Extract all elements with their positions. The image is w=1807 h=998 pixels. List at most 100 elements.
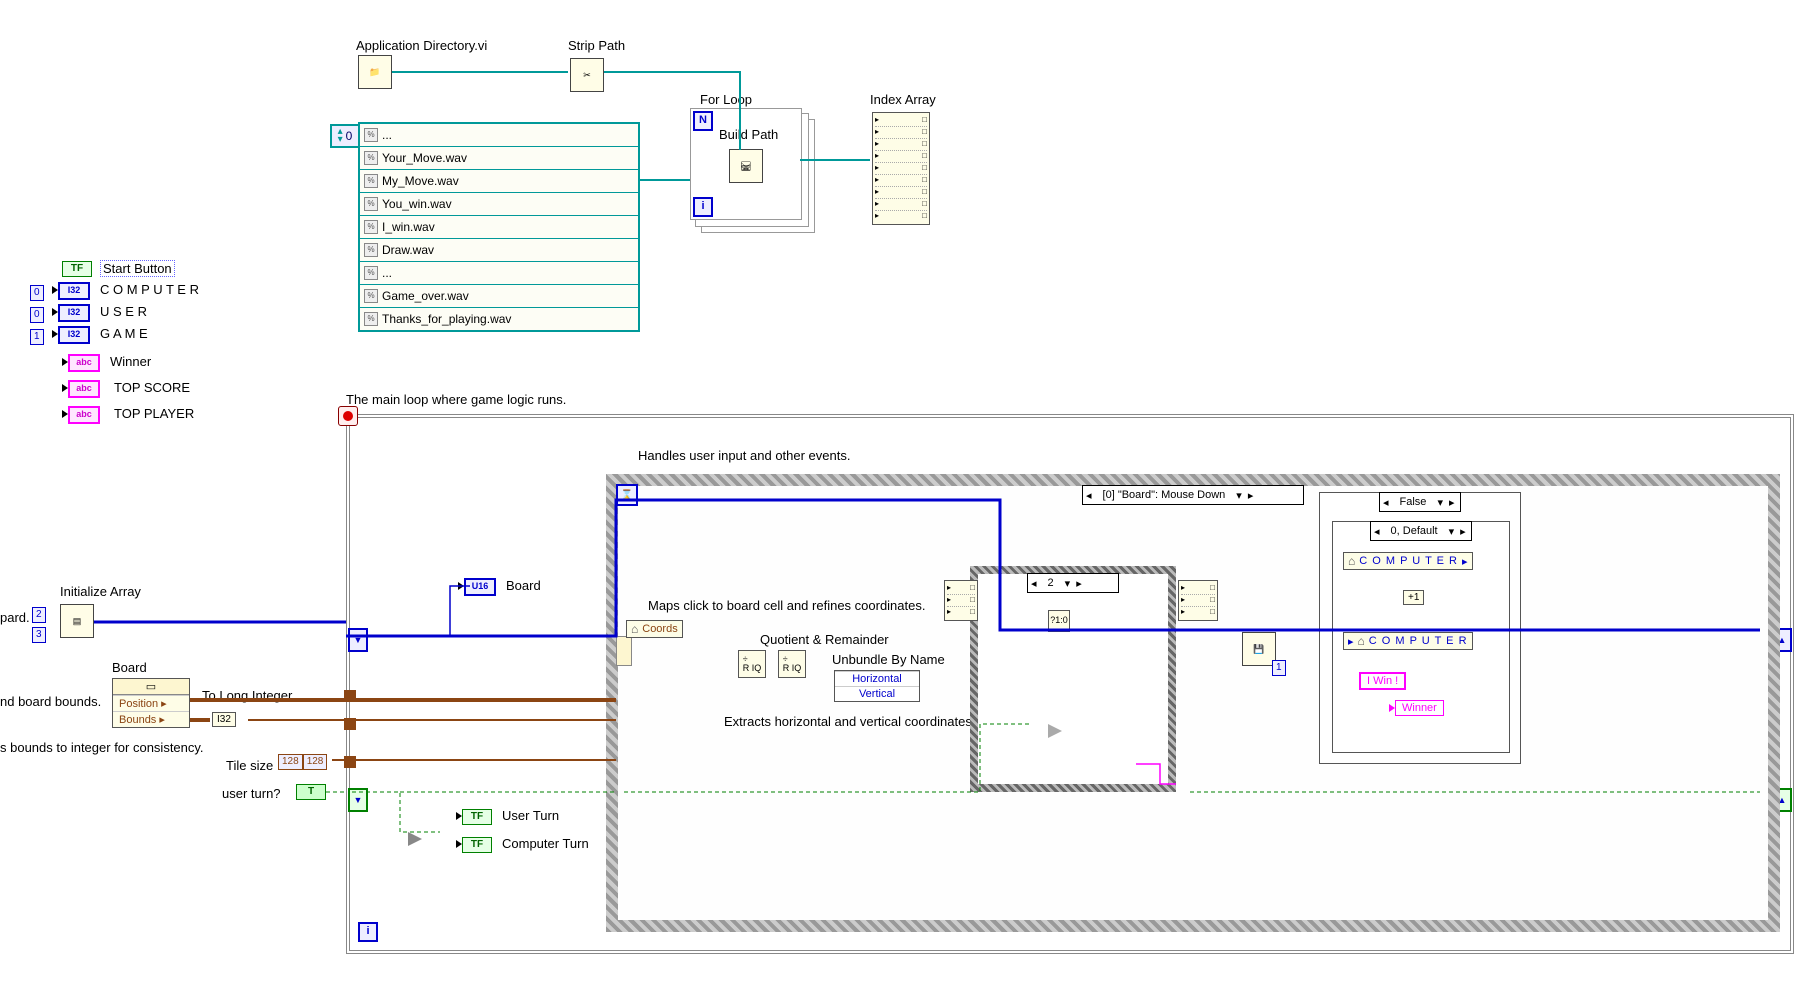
select-node[interactable]: ?1:0 bbox=[1048, 610, 1070, 632]
winner-terminal[interactable]: abc bbox=[62, 354, 100, 372]
unbundle-vertical: Vertical bbox=[835, 686, 919, 701]
build-path-icon: 🛤 bbox=[729, 149, 763, 183]
tunnel-bounds bbox=[344, 718, 356, 730]
event-data-node[interactable] bbox=[616, 636, 632, 666]
index-array-node[interactable]: ▸□ ▸□ ▸□ ▸□ ▸□ ▸□ ▸□ ▸□ ▸□ bbox=[872, 112, 930, 225]
user-terminal[interactable]: I32 bbox=[52, 304, 90, 322]
init-array-dim2[interactable]: 3 bbox=[32, 626, 46, 643]
array-row: %You_win.wav bbox=[360, 193, 638, 216]
while-i-terminal: i bbox=[358, 922, 378, 942]
case-false[interactable]: ◂ False ▾ ▸ ◂ 0, Default ▾ ▸ C O M P U T… bbox=[1319, 492, 1521, 764]
iwin-constant[interactable]: I Win ! bbox=[1359, 672, 1406, 690]
board-propnode-label: Board bbox=[112, 660, 147, 675]
qr-node-2[interactable]: ÷R IQ bbox=[778, 650, 806, 678]
event-index-array[interactable]: ▸□ ▸□ ▸□ bbox=[944, 580, 978, 621]
board-u16-terminal[interactable]: U16 bbox=[458, 578, 496, 596]
game-terminal[interactable]: I32 bbox=[52, 326, 90, 344]
event-prev-arrow[interactable]: ◂ bbox=[1083, 489, 1095, 502]
event-structure[interactable]: ◂ [0] "Board": Mouse Down ▾ ▸ ⌛ Maps cli… bbox=[606, 474, 1780, 932]
tile-size-v1: 128 bbox=[278, 754, 303, 770]
while-loop[interactable]: i U16 Board TF User Turn TF Computer Tur… bbox=[346, 414, 1794, 954]
topplayer-label: TOP PLAYER bbox=[114, 406, 194, 421]
to-long-int-node[interactable]: I32 bbox=[212, 712, 236, 727]
array-index-spinner[interactable]: ▴▾ 0 bbox=[330, 124, 360, 148]
array-row: %Draw.wav bbox=[360, 239, 638, 262]
subvi-const-1[interactable]: 1 bbox=[1272, 660, 1286, 676]
event-timeout-terminal: ⌛ bbox=[616, 484, 638, 506]
computer-terminal[interactable]: I32 bbox=[52, 282, 90, 300]
computer-local-read[interactable]: C O M P U T E R▸ bbox=[1343, 552, 1473, 570]
seq-frame-selector[interactable]: ◂ 2 ▾ ▸ bbox=[1027, 573, 1119, 593]
computer-label: C O M P U T E R bbox=[100, 282, 199, 297]
init-array-dim1[interactable]: 2 bbox=[32, 606, 46, 623]
prop-head: ▭ bbox=[113, 679, 189, 695]
extract-hv-comment: Extracts horizontal and vertical coordin… bbox=[724, 714, 975, 729]
user-turn-ind-label: User Turn bbox=[502, 808, 559, 823]
event-dropdown-arrow[interactable]: ▾ bbox=[1233, 489, 1245, 502]
array-row: %Thanks_for_playing.wav bbox=[360, 308, 638, 330]
user-turn-const-label: user turn? bbox=[222, 786, 281, 801]
array-row: %Game_over.wav bbox=[360, 285, 638, 308]
user-label: U S E R bbox=[100, 304, 147, 319]
event-case-text: [0] "Board": Mouse Down bbox=[1095, 489, 1234, 501]
user-turn-const[interactable]: T bbox=[296, 784, 326, 800]
case-default-selector[interactable]: ◂ 0, Default ▾ ▸ bbox=[1370, 521, 1472, 541]
coords-local[interactable]: Coords bbox=[626, 620, 683, 638]
computer-turn-ind-label: Computer Turn bbox=[502, 836, 589, 851]
init-array-icon[interactable]: ▤ bbox=[60, 604, 94, 638]
index-array-label: Index Array bbox=[870, 92, 936, 107]
stacked-sequence[interactable]: ◂ 2 ▾ ▸ ?1:0 bbox=[970, 566, 1176, 792]
game-init-const[interactable]: 1 bbox=[30, 328, 44, 345]
main-loop-comment: The main loop where game logic runs. bbox=[346, 392, 566, 407]
user-init-const[interactable]: 0 bbox=[30, 306, 44, 323]
winner-indicator-inner[interactable]: Winner bbox=[1389, 700, 1444, 716]
case-false-selector[interactable]: ◂ False ▾ ▸ bbox=[1379, 492, 1461, 512]
unbundle-node[interactable]: Horizontal Vertical bbox=[834, 670, 920, 702]
start-button-terminal[interactable]: TF bbox=[62, 260, 92, 277]
init-array-label: Initialize Array bbox=[60, 584, 141, 599]
for-loop-label: For Loop bbox=[700, 92, 752, 107]
stop-terminal[interactable] bbox=[338, 406, 358, 426]
unbundle-label: Unbundle By Name bbox=[832, 652, 945, 667]
computer-turn-indicator[interactable]: TF bbox=[456, 836, 492, 853]
build-path-label: Build Path bbox=[719, 127, 778, 142]
replace-array-node[interactable]: ▸□ ▸□ ▸□ bbox=[1178, 580, 1218, 621]
board-bounds-comment: nd board bounds. bbox=[0, 694, 101, 709]
tunnel-pos bbox=[344, 690, 356, 702]
winner-label: Winner bbox=[110, 354, 151, 369]
start-button-label: Start Button bbox=[100, 260, 175, 277]
strip-path-label: Strip Path bbox=[568, 38, 625, 53]
prop-position: Position▸ bbox=[113, 695, 189, 711]
tunnel-tilesize bbox=[344, 756, 356, 768]
computer-init-const[interactable]: 0 bbox=[30, 284, 44, 301]
event-comment: Handles user input and other events. bbox=[638, 448, 850, 463]
for-loop[interactable]: N i Build Path 🛤 bbox=[690, 108, 802, 220]
case-default[interactable]: ◂ 0, Default ▾ ▸ C O M P U T E R▸ +1 ▸C … bbox=[1332, 521, 1510, 753]
to-long-int-label: To Long Integer bbox=[202, 688, 292, 703]
shift-reg-left-turn bbox=[348, 788, 368, 812]
board-property-node[interactable]: ▭ Position▸ Bounds▸ bbox=[112, 678, 190, 728]
array-row: %... bbox=[360, 124, 638, 147]
tile-size-label: Tile size bbox=[226, 758, 273, 773]
tile-size-cluster[interactable]: 128 128 bbox=[278, 754, 327, 770]
topscore-label: TOP SCORE bbox=[114, 380, 190, 395]
shift-reg-left-board bbox=[348, 628, 368, 652]
wav-array-constant[interactable]: ▴▾ 0 %... %Your_Move.wav %My_Move.wav %Y… bbox=[358, 122, 640, 332]
array-row: %Your_Move.wav bbox=[360, 147, 638, 170]
event-case-selector[interactable]: ◂ [0] "Board": Mouse Down ▾ ▸ bbox=[1082, 485, 1304, 505]
increment-node[interactable]: +1 bbox=[1403, 590, 1424, 605]
topscore-terminal[interactable]: abc bbox=[62, 380, 100, 398]
app-dir-label: Application Directory.vi bbox=[356, 38, 487, 53]
tile-size-v2: 128 bbox=[303, 754, 328, 770]
map-click-comment: Maps click to board cell and refines coo… bbox=[648, 598, 925, 613]
array-row: %... bbox=[360, 262, 638, 285]
topplayer-terminal[interactable]: abc bbox=[62, 406, 100, 424]
computer-local-write[interactable]: ▸C O M P U T E R bbox=[1343, 632, 1473, 650]
subvi-icon[interactable]: 💾 bbox=[1242, 632, 1276, 666]
event-next-arrow[interactable]: ▸ bbox=[1245, 489, 1257, 502]
for-n-terminal: N bbox=[693, 111, 713, 131]
qr-node-1[interactable]: ÷R IQ bbox=[738, 650, 766, 678]
user-turn-indicator[interactable]: TF bbox=[456, 808, 492, 825]
unbundle-horizontal: Horizontal bbox=[835, 671, 919, 686]
qr-label: Quotient & Remainder bbox=[760, 632, 889, 647]
